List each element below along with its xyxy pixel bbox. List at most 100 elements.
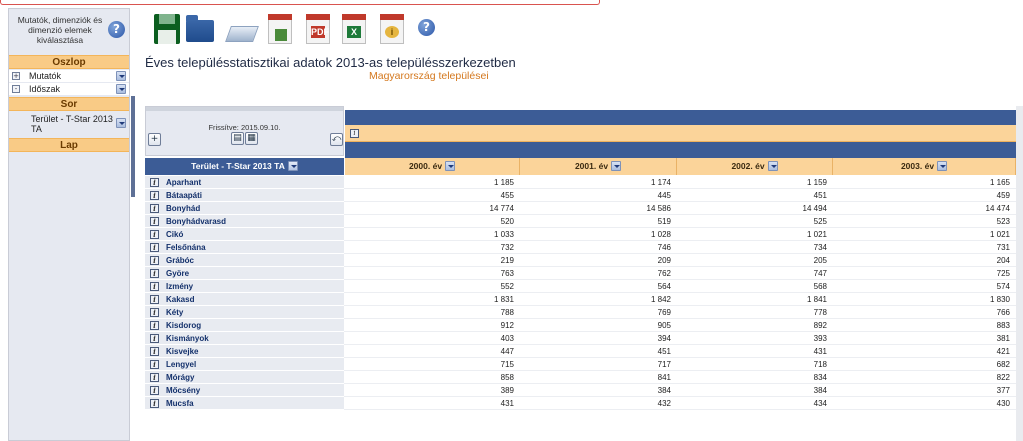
value-cell: 14 474 [985, 204, 1010, 213]
row-name-cell[interactable]: i Kakasd [145, 293, 344, 306]
row-dimension-header[interactable]: Terület - T-Star 2013 TA [145, 158, 344, 175]
vertical-scrollbar[interactable] [1016, 106, 1023, 441]
row-name-cell[interactable]: i Mórágy [145, 371, 344, 384]
info-mark: i [385, 26, 399, 38]
row-name-cell[interactable]: i Kismányok [145, 332, 344, 345]
question-circle-icon[interactable]: ? [108, 21, 125, 38]
value-cell: 1 033 [493, 230, 514, 239]
expand-all-button[interactable]: + [148, 133, 161, 146]
expand-icon[interactable]: + [12, 72, 20, 80]
sidebar-header: Mutatók, dimenziók és dimenzió elemek ki… [9, 9, 129, 53]
row-name-cell[interactable]: i Kisdorog [145, 319, 344, 332]
row-name-cell[interactable]: i Izmény [145, 280, 344, 293]
row-name: Lengyel [166, 360, 197, 369]
row-item-label: Terület - T-Star 2013 TA [31, 114, 113, 134]
info-icon[interactable]: i [150, 178, 159, 187]
info-icon[interactable]: i [150, 191, 159, 200]
layout-button-2[interactable]: ▦ [245, 132, 258, 145]
info-icon[interactable]: i [150, 269, 159, 278]
table-row: i Kéty 788 769 778 766 [145, 306, 1016, 319]
doc-band [306, 14, 330, 20]
row-name: Cikó [166, 230, 184, 239]
row-name-cell[interactable]: i Bonyhád [145, 202, 344, 215]
row-name-cell[interactable]: i Györe [145, 267, 344, 280]
open-folder-icon [186, 15, 214, 42]
open-button[interactable] [184, 12, 216, 46]
row-name-cell[interactable]: i Felsőnána [145, 241, 344, 254]
row-name-cell[interactable]: i Aparhant [145, 176, 344, 189]
value-cell: 766 [996, 308, 1010, 317]
doc-band [342, 14, 366, 20]
chevron-down-icon[interactable] [445, 161, 456, 171]
table-row: i Felsőnána 732 746 734 731 [145, 241, 1016, 254]
column-item-mutatok[interactable]: + Mutatók [9, 70, 129, 82]
value-cell: 834 [813, 373, 827, 382]
value-cell: 717 [657, 360, 671, 369]
row-name-cell[interactable]: i Kéty [145, 306, 344, 319]
chart-block [275, 29, 287, 41]
row-name-cell[interactable]: i Bonyhádvarasd [145, 215, 344, 228]
column-header-2003[interactable]: 2003. év [833, 158, 1016, 175]
table-row: i Lengyel 715 717 718 682 [145, 358, 1016, 371]
excel-export-button[interactable]: X [338, 12, 370, 46]
row-name-cell[interactable]: i Cikó [145, 228, 344, 241]
info-icon[interactable]: i [150, 217, 159, 226]
row-name-cell[interactable]: i Grábóc [145, 254, 344, 267]
pdf-export-icon: PDF [306, 14, 330, 44]
row-name-cell[interactable]: i Lengyel [145, 358, 344, 371]
chevron-down-icon[interactable] [767, 161, 778, 171]
info-icon[interactable]: i [150, 347, 159, 356]
info-icon[interactable]: i [150, 360, 159, 369]
row-name-cell[interactable]: i Mőcsény [145, 384, 344, 397]
save-icon [154, 14, 180, 44]
swap-axes-button[interactable]: ⤺ [330, 133, 343, 146]
value-cell: 1 174 [650, 178, 671, 187]
column-header-2000[interactable]: 2000. év [345, 158, 520, 175]
info-icon[interactable]: i [150, 282, 159, 291]
collapse-icon[interactable]: - [12, 85, 20, 93]
pdf-export-button[interactable]: PDF [302, 12, 334, 46]
row-name-cell[interactable]: i Mucsfa [145, 397, 344, 410]
chevron-down-icon[interactable] [611, 161, 622, 171]
chart-report-button[interactable] [264, 12, 296, 46]
layout-button-1[interactable]: ▤ [231, 132, 244, 145]
row-name: Mórágy [166, 373, 195, 382]
value-cell: 718 [813, 360, 827, 369]
chevron-down-icon[interactable] [937, 161, 948, 171]
table-row: i Bonyhádvarasd 520 519 525 523 [145, 215, 1016, 228]
section-oszlop: Oszlop [9, 55, 129, 69]
info-button[interactable]: i [376, 12, 408, 46]
info-icon[interactable]: i [150, 399, 159, 408]
column-item-idoszak[interactable]: - Időszak [9, 83, 129, 95]
info-icon[interactable]: i [150, 321, 159, 330]
column-header-2001[interactable]: 2001. év [520, 158, 677, 175]
row-item-terulet[interactable]: Terület - T-Star 2013 TA [9, 112, 129, 136]
row-name-cell[interactable]: i Kisvejke [145, 345, 344, 358]
chevron-down-icon[interactable] [116, 84, 126, 94]
save-button[interactable] [150, 12, 182, 46]
info-icon[interactable]: i [150, 308, 159, 317]
layers-button[interactable] [225, 12, 259, 46]
column-item-label: Mutatók [29, 71, 62, 81]
info-icon[interactable]: i [150, 373, 159, 382]
value-cell: 434 [813, 399, 827, 408]
info-icon[interactable]: i [150, 256, 159, 265]
chevron-down-icon[interactable] [116, 118, 126, 128]
help-icon[interactable]: ? [418, 19, 435, 36]
info-icon[interactable]: i [150, 334, 159, 343]
chevron-down-icon[interactable] [287, 161, 298, 171]
row-name: Bonyhád [166, 204, 201, 213]
row-name-cell[interactable]: i Bátaapáti [145, 189, 344, 202]
column-header-2002[interactable]: 2002. év [677, 158, 833, 175]
value-cell: 1 021 [806, 230, 827, 239]
value-cell: 430 [996, 399, 1010, 408]
info-icon[interactable]: i [350, 129, 359, 138]
value-cell: 858 [500, 373, 514, 382]
info-icon[interactable]: i [150, 243, 159, 252]
info-icon[interactable]: i [150, 230, 159, 239]
info-icon[interactable]: i [150, 386, 159, 395]
info-icon[interactable]: i [150, 204, 159, 213]
sidebar-splitter[interactable] [131, 96, 135, 197]
info-icon[interactable]: i [150, 295, 159, 304]
chevron-down-icon[interactable] [116, 71, 126, 81]
